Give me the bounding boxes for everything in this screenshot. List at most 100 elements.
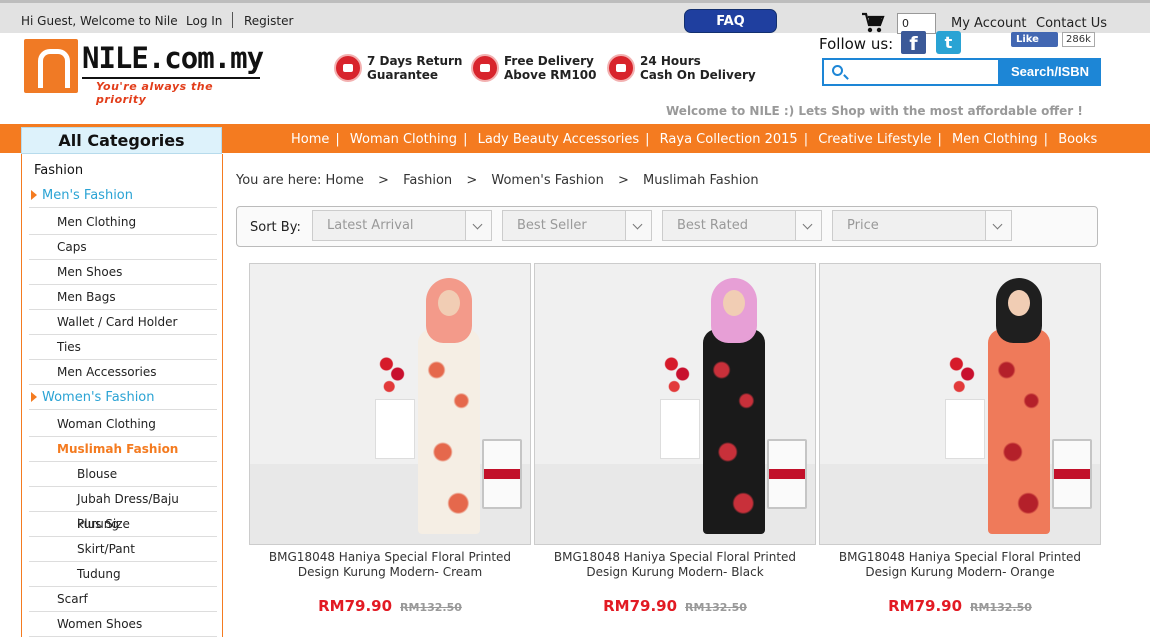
follow-us-label: Follow us: (819, 35, 894, 53)
triangle-right-icon (31, 190, 37, 200)
sidebar-item-women-shoes[interactable]: Women Shoes (29, 612, 217, 637)
model-figure (982, 274, 1056, 539)
faq-button[interactable]: FAQ (684, 9, 777, 33)
breadcrumb-home[interactable]: Home (326, 173, 364, 188)
breadcrumb-womens-fashion[interactable]: Women's Fashion (491, 173, 604, 188)
nav-home[interactable]: Home (291, 132, 329, 147)
sidebar-item-mens-fashion[interactable]: Men's Fashion (29, 183, 217, 208)
sidebar-item-woman-clothing[interactable]: Woman Clothing (29, 412, 217, 437)
sort-option-label: Latest Arrival (327, 218, 414, 233)
sidebar-item-muslimah-fashion[interactable]: Muslimah Fashion (29, 437, 217, 462)
twitter-icon[interactable]: t (936, 31, 961, 54)
breadcrumb-fashion[interactable]: Fashion (403, 173, 452, 188)
logo-underline (82, 77, 260, 79)
search-input[interactable] (852, 63, 992, 81)
face (438, 290, 460, 316)
sidebar-item-label: Women's Fashion (42, 390, 155, 405)
sidebar-item-ties[interactable]: Ties (29, 335, 217, 360)
sidebar-item-men-accessories[interactable]: Men Accessories (29, 360, 217, 385)
chevron-down-icon (625, 211, 651, 240)
site-logo[interactable]: NILE.com.my You're always the priority (24, 37, 264, 106)
feature-line1: 7 Days Return (367, 54, 463, 68)
sidebar-item-womens-fashion[interactable]: Women's Fashion (29, 385, 217, 410)
sort-price[interactable]: Price (832, 210, 1012, 241)
nav-raya-collection[interactable]: Raya Collection 2015 (660, 132, 798, 147)
product-card[interactable]: BMG18048 Haniya Special Floral Printed De… (534, 263, 816, 637)
breadcrumb-muslimah-fashion: Muslimah Fashion (643, 173, 759, 188)
flowers (378, 349, 406, 399)
breadcrumb-separator: > (378, 173, 389, 188)
side-table (660, 399, 700, 459)
current-price: RM79.90 (888, 597, 963, 615)
nav-creative-lifestyle[interactable]: Creative Lifestyle (818, 132, 931, 147)
sort-bar: Sort By: Latest Arrival Best Seller Best… (236, 206, 1098, 247)
sidebar-item-scarf[interactable]: Scarf (29, 587, 217, 612)
nav-lady-beauty[interactable]: Lady Beauty Accessories (478, 132, 640, 147)
sidebar-item-tudung[interactable]: Tudung (29, 562, 217, 587)
nav-men-clothing[interactable]: Men Clothing (952, 132, 1038, 147)
product-image[interactable] (249, 263, 531, 545)
product-title-line2: Design Kurung Modern- Cream (297, 565, 483, 579)
product-image[interactable] (534, 263, 816, 545)
sidebar-item-plus-size[interactable]: Plus Size (29, 512, 217, 537)
sort-option-label: Best Rated (677, 218, 748, 233)
logo-tagline: You're always the priority (96, 80, 214, 106)
product-title[interactable]: BMG18048 Haniya Special Floral Printed De… (249, 550, 531, 580)
sidebar-item-men-clothing[interactable]: Men Clothing (29, 210, 217, 235)
category-sidebar: Fashion Men's Fashion Men Clothing Caps … (21, 154, 223, 637)
feature-line2: Cash On Delivery (640, 68, 756, 82)
sort-best-rated[interactable]: Best Rated (662, 210, 822, 241)
logo-name: NILE.com.my (82, 41, 264, 75)
facebook-like-button[interactable]: Like (1011, 32, 1058, 47)
chevron-down-icon (795, 211, 821, 240)
dress (988, 329, 1050, 534)
breadcrumb-separator: > (466, 173, 478, 188)
product-card[interactable]: BMG18048 Haniya Special Floral Printed De… (819, 263, 1101, 637)
my-account-link[interactable]: My Account (951, 16, 1027, 31)
chair (482, 439, 522, 509)
register-link[interactable]: Register (244, 14, 293, 28)
search-button[interactable]: Search/ISBN (999, 58, 1101, 86)
product-title[interactable]: BMG18048 Haniya Special Floral Printed De… (819, 550, 1101, 580)
sidebar-heading[interactable]: Fashion (34, 163, 83, 178)
product-price: RM79.90 RM132.50 (249, 596, 531, 615)
lightning-icon (607, 54, 635, 82)
login-link[interactable]: Log In (186, 14, 222, 28)
product-title-line1: BMG18048 Haniya Special Floral Printed (553, 550, 797, 564)
sidebar-item-jubah[interactable]: Jubah Dress/Baju kurung (29, 487, 217, 531)
face (1008, 290, 1030, 316)
nav-books[interactable]: Books (1058, 132, 1097, 147)
product-card[interactable]: BMG18048 Haniya Special Floral Printed De… (249, 263, 531, 637)
old-price: RM132.50 (400, 601, 462, 614)
shopping-cart-icon[interactable] (861, 12, 885, 34)
current-price: RM79.90 (603, 597, 678, 615)
product-title[interactable]: BMG18048 Haniya Special Floral Printed De… (534, 550, 816, 580)
sidebar-item-skirt-pant[interactable]: Skirt/Pant (29, 537, 217, 562)
like-count: 286k (1062, 32, 1095, 47)
product-price: RM79.90 RM132.50 (534, 596, 816, 615)
sidebar-item-men-shoes[interactable]: Men Shoes (29, 260, 217, 285)
product-title-line2: Design Kurung Modern- Black (586, 565, 764, 579)
contact-us-link[interactable]: Contact Us (1036, 16, 1107, 31)
facebook-icon[interactable]: f (901, 31, 926, 55)
sidebar-item-label: Men's Fashion (42, 188, 133, 203)
sidebar-item-blouse[interactable]: Blouse (29, 462, 217, 487)
sort-latest-arrival[interactable]: Latest Arrival (312, 210, 492, 241)
all-categories-header[interactable]: All Categories (21, 127, 222, 154)
feature-delivery: Free Delivery Above RM100 (471, 53, 597, 85)
side-table (945, 399, 985, 459)
breadcrumb-separator: > (618, 173, 629, 188)
flowers (663, 349, 691, 399)
feature-return: 7 Days Return Guarantee (334, 53, 462, 85)
sidebar-item-wallet[interactable]: Wallet / Card Holder (29, 310, 217, 335)
sidebar-item-men-bags[interactable]: Men Bags (29, 285, 217, 310)
side-table (375, 399, 415, 459)
product-image[interactable] (819, 263, 1101, 545)
face (723, 290, 745, 316)
sidebar-item-caps[interactable]: Caps (29, 235, 217, 260)
nav-woman-clothing[interactable]: Woman Clothing (350, 132, 457, 147)
chevron-down-icon (985, 211, 1011, 240)
product-title-line1: BMG18048 Haniya Special Floral Printed (268, 550, 512, 564)
sort-best-seller[interactable]: Best Seller (502, 210, 652, 241)
delivery-truck-icon (471, 54, 499, 82)
